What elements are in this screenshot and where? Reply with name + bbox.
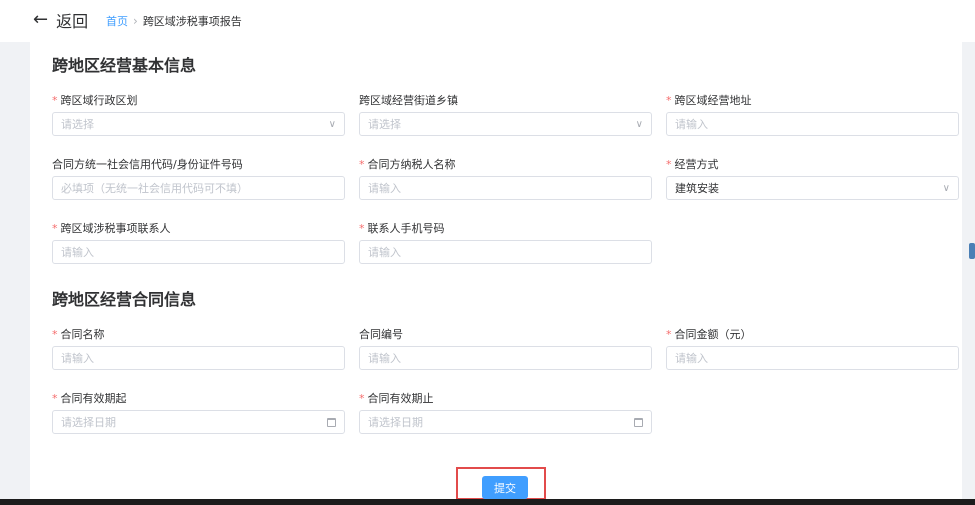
field-placeholder: 请选择日期: [61, 416, 116, 429]
field-label: 跨区域经营街道乡镇: [359, 92, 458, 108]
field-placeholder: 必填项（无统一社会信用代码可不填）: [61, 182, 248, 195]
required-mark: *: [666, 328, 672, 341]
text-input[interactable]: 请输入: [359, 176, 652, 200]
field-placeholder: 请选择: [61, 118, 94, 131]
field-label-text: 合同有效期止: [367, 392, 434, 405]
field-label-text: 跨区域经营街道乡镇: [359, 94, 458, 107]
breadcrumb-home-link[interactable]: 首页: [106, 13, 128, 29]
field-placeholder: 请输入: [61, 246, 94, 259]
field-label-text: 合同有效期起: [60, 392, 127, 405]
breadcrumb-separator: ›: [133, 14, 138, 28]
date-picker[interactable]: 请选择日期: [359, 410, 652, 434]
required-mark: *: [359, 222, 365, 235]
required-mark: *: [52, 392, 58, 405]
chevron-down-icon: ∨: [635, 118, 643, 130]
text-input[interactable]: 请输入: [666, 346, 959, 370]
required-mark: *: [52, 94, 58, 107]
field-placeholder: 请输入: [368, 246, 401, 259]
calendar-icon: [327, 417, 336, 427]
field-placeholder: 请输入: [675, 118, 708, 131]
breadcrumb: 首页 › 跨区域涉税事项报告: [106, 13, 242, 29]
field-label-text: 合同方统一社会信用代码/身份证件号码: [52, 158, 243, 171]
text-input[interactable]: 请输入: [666, 112, 959, 136]
field-placeholder: 请选择日期: [368, 416, 423, 429]
field-label: * 跨区域涉税事项联系人: [52, 220, 171, 236]
text-input[interactable]: 请输入: [52, 240, 345, 264]
back-button[interactable]: ← 返回: [33, 8, 88, 32]
chevron-down-icon: ∨: [328, 118, 336, 130]
select-field[interactable]: 建筑安装 ∨: [666, 176, 959, 200]
back-label: 返回: [56, 12, 89, 31]
required-mark: *: [359, 392, 365, 405]
field-value: 建筑安装: [675, 182, 719, 195]
field-label-text: 合同编号: [359, 328, 403, 341]
section-title-basic: 跨地区经营基本信息: [52, 56, 197, 75]
text-input[interactable]: 请输入: [359, 240, 652, 264]
field-placeholder: 请输入: [61, 352, 94, 365]
top-bar: ← 返回 首页 › 跨区域涉税事项报告: [0, 0, 975, 42]
field-label: * 跨区域经营地址: [666, 92, 752, 108]
field-label: * 合同金额（元）: [666, 326, 752, 342]
page-margin-left: [0, 42, 30, 505]
field-placeholder: 请选择: [368, 118, 401, 131]
scroll-marker[interactable]: [969, 243, 975, 259]
field-label: * 合同有效期起: [52, 390, 127, 406]
text-input[interactable]: 请输入: [52, 346, 345, 370]
field-placeholder: 请输入: [368, 182, 401, 195]
field-label: * 合同有效期止: [359, 390, 434, 406]
field-label-text: 合同金额（元）: [674, 328, 752, 341]
required-mark: *: [666, 158, 672, 171]
field-label: * 联系人手机号码: [359, 220, 445, 236]
text-input[interactable]: 请输入: [359, 346, 652, 370]
field-label: * 经营方式: [666, 156, 719, 172]
field-label-text: 合同名称: [60, 328, 105, 341]
field-label: * 合同名称: [52, 326, 105, 342]
field-label-text: 跨区域涉税事项联系人: [60, 222, 171, 235]
field-label-text: 经营方式: [674, 158, 719, 171]
field-placeholder: 请输入: [368, 352, 401, 365]
field-label: 合同编号: [359, 326, 403, 342]
field-label-text: 跨区域行政区划: [60, 94, 138, 107]
select-field[interactable]: 请选择 ∨: [52, 112, 345, 136]
field-label: 合同方统一社会信用代码/身份证件号码: [52, 156, 243, 172]
breadcrumb-current: 跨区域涉税事项报告: [142, 15, 242, 28]
submit-button[interactable]: 提交: [482, 476, 528, 499]
field-label-text: 合同方纳税人名称: [367, 158, 456, 171]
bottom-strip: [0, 499, 975, 505]
page-margin-right: [962, 42, 975, 505]
field-label: * 跨区域行政区划: [52, 92, 138, 108]
field-placeholder: 请输入: [675, 352, 708, 365]
required-mark: *: [666, 94, 672, 107]
required-mark: *: [52, 328, 58, 341]
date-picker[interactable]: 请选择日期: [52, 410, 345, 434]
arrow-left-icon: ←: [33, 9, 49, 30]
field-label-text: 跨区域经营地址: [674, 94, 752, 107]
required-mark: *: [359, 158, 365, 171]
section-title-contract: 跨地区经营合同信息: [52, 290, 197, 309]
calendar-icon: [634, 417, 643, 427]
chevron-down-icon: ∨: [942, 182, 950, 194]
field-label: * 合同方纳税人名称: [359, 156, 456, 172]
field-label-text: 联系人手机号码: [367, 222, 445, 235]
text-input[interactable]: 必填项（无统一社会信用代码可不填）: [52, 176, 345, 200]
select-field[interactable]: 请选择 ∨: [359, 112, 652, 136]
required-mark: *: [52, 222, 58, 235]
